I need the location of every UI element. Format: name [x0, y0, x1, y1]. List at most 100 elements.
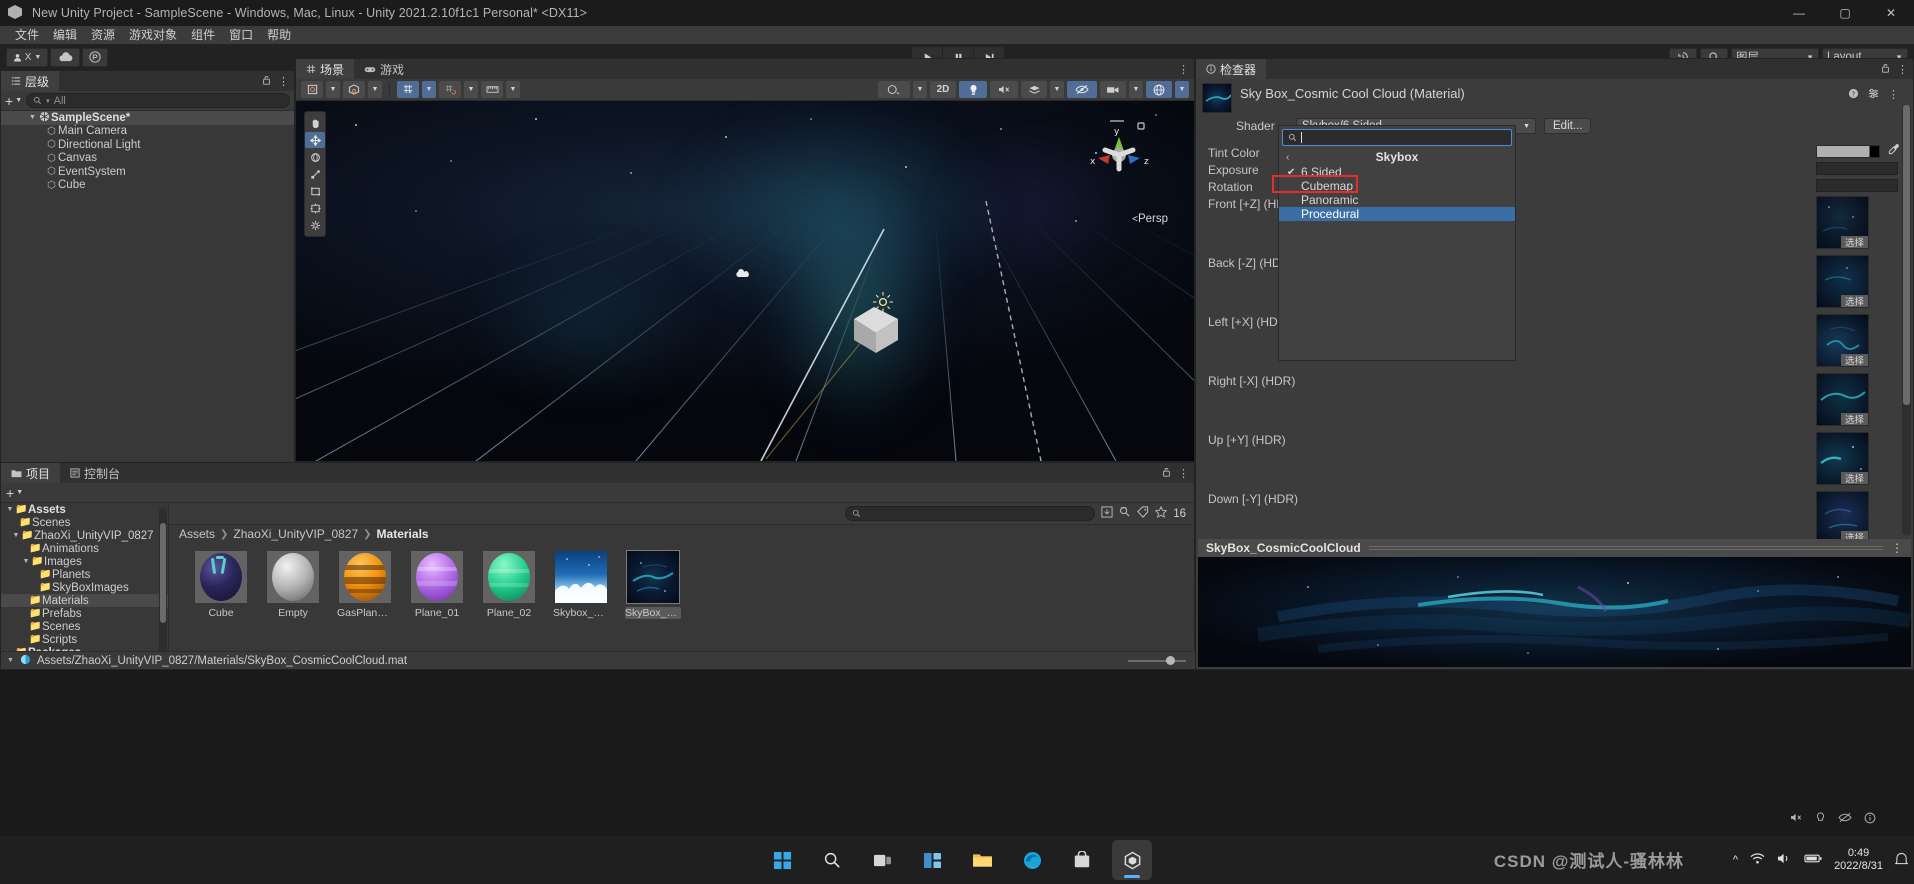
scene-grid-dropdown[interactable]: ▼: [422, 81, 436, 98]
window-close-button[interactable]: ✕: [1868, 0, 1914, 26]
scene-orientation-gizmo[interactable]: y x z: [1084, 111, 1154, 181]
project-search-input[interactable]: [845, 506, 1096, 521]
project-tree-item-scenes[interactable]: 📁 Scenes: [1, 620, 168, 633]
texture-select-button[interactable]: 选择: [1840, 295, 1868, 308]
menu-item-assets[interactable]: 资源: [84, 26, 122, 44]
preset-icon[interactable]: [1868, 88, 1879, 102]
menu-item-file[interactable]: 文件: [8, 26, 46, 44]
breadcrumb-item-zhaoxi[interactable]: ZhaoXi_UnityVIP_0827: [233, 527, 358, 541]
tint-color-swatch[interactable]: [1816, 145, 1880, 158]
custom-tool[interactable]: [305, 217, 325, 233]
move-tool[interactable]: [305, 132, 325, 148]
scene-ruler-button[interactable]: [481, 81, 503, 98]
widgets-button[interactable]: [912, 840, 952, 880]
project-tree-item-planets[interactable]: 📁 Planets: [1, 568, 168, 581]
inspector-scrollbar[interactable]: [1902, 105, 1911, 535]
shader-edit-button[interactable]: Edit...: [1544, 118, 1592, 134]
breadcrumb-item-assets[interactable]: Assets: [179, 527, 215, 541]
expand-triangle-icon[interactable]: ▼: [11, 532, 21, 539]
volume-icon[interactable]: [1777, 852, 1792, 868]
tag-icon[interactable]: [1137, 506, 1149, 521]
project-tree-item-assets[interactable]: ▼ 📁 Assets: [1, 503, 168, 516]
rect-tool[interactable]: [305, 183, 325, 199]
eyedropper-icon[interactable]: [1888, 143, 1900, 158]
texture-slot-back[interactable]: 选择: [1816, 255, 1869, 308]
asset-size-slider[interactable]: [1128, 655, 1196, 665]
hierarchy-add-button[interactable]: + ▼: [5, 94, 22, 108]
hierarchy-item-canvas[interactable]: ⬡ Canvas: [1, 152, 294, 166]
tab-game[interactable]: 游戏: [354, 59, 414, 79]
expand-triangle-icon[interactable]: ▼: [5, 506, 15, 513]
kebab-icon[interactable]: ⋮: [1178, 63, 1189, 76]
kebab-icon[interactable]: ⋮: [1891, 541, 1903, 555]
scene-hidden-objects-toggle[interactable]: [1067, 81, 1097, 98]
project-tree-item-animations[interactable]: 📁 Animations: [1, 542, 168, 555]
hierarchy-search-input[interactable]: ▾ All: [26, 93, 290, 108]
scene-draw-mode-dropdown[interactable]: ▼: [368, 81, 382, 98]
menu-item-window[interactable]: 窗口: [222, 26, 260, 44]
project-tree-item-images[interactable]: ▼ 📁 Images: [1, 555, 168, 568]
network-icon[interactable]: [1750, 852, 1765, 868]
project-tree-item-skyboximages[interactable]: 📁 SkyBoxImages: [1, 581, 168, 594]
asset-item-skybox-cosmic[interactable]: SkyBox_Co...: [625, 550, 681, 619]
project-tree-scrollbar[interactable]: [159, 507, 167, 665]
store-button[interactable]: [1062, 840, 1102, 880]
cloud-icon[interactable]: [50, 47, 80, 67]
rotation-field[interactable]: [1816, 179, 1898, 192]
filter-icon[interactable]: [1119, 506, 1131, 521]
texture-slot-down[interactable]: 选择: [1816, 491, 1869, 544]
scene-gizmos-toggle[interactable]: [1146, 81, 1172, 98]
expand-triangle-icon[interactable]: ▼: [21, 558, 31, 565]
status-triangle-icon[interactable]: ▼: [7, 657, 14, 664]
rotate-tool[interactable]: [305, 149, 325, 165]
scene-shaded-mode-button[interactable]: [878, 81, 910, 98]
menu-item-edit[interactable]: 编辑: [46, 26, 84, 44]
expand-triangle-icon[interactable]: ▼: [27, 114, 38, 121]
asset-item-cube[interactable]: Cube: [193, 551, 249, 619]
scene-shading-dropdown[interactable]: ▼: [326, 81, 340, 98]
scene-camera-button[interactable]: [1100, 81, 1126, 98]
scene-audio-toggle[interactable]: [990, 81, 1018, 98]
hierarchy-item-samplescene[interactable]: ▼ SampleScene*: [1, 111, 294, 125]
shader-option-panoramic[interactable]: Panoramic: [1279, 193, 1515, 207]
scene-2d-toggle[interactable]: 2D: [930, 81, 956, 98]
scene-viewport[interactable]: y x z <Persp: [296, 101, 1194, 461]
lighting-icon[interactable]: [1815, 812, 1826, 827]
project-tree-item-zhaoxi[interactable]: ▼ 📁 ZhaoXi_UnityVIP_0827: [1, 529, 168, 542]
texture-select-button[interactable]: 选择: [1840, 413, 1868, 426]
hierarchy-item-main-camera[interactable]: ⬡ Main Camera: [1, 125, 294, 139]
account-button[interactable]: X ▼: [6, 47, 48, 67]
project-tree-item-scenes-root[interactable]: 📁 Scenes: [1, 516, 168, 529]
texture-slot-front[interactable]: 选择: [1816, 196, 1869, 249]
hierarchy-item-directional-light[interactable]: ⬡ Directional Light: [1, 138, 294, 152]
scene-light-gizmo[interactable]: [872, 291, 894, 313]
help-icon[interactable]: ?: [1848, 88, 1859, 102]
star-icon[interactable]: [1154, 505, 1168, 521]
shader-option-procedural[interactable]: Procedural: [1279, 207, 1515, 221]
menu-item-component[interactable]: 组件: [184, 26, 222, 44]
lock-icon[interactable]: [262, 75, 271, 88]
texture-select-button[interactable]: 选择: [1840, 236, 1868, 249]
scene-camera-gizmo[interactable]: [736, 267, 752, 281]
tab-console[interactable]: 控制台: [60, 463, 130, 483]
taskbar-clock[interactable]: 0:49 2022/8/31: [1834, 847, 1883, 873]
eye-off-icon[interactable]: [1838, 812, 1852, 827]
kebab-icon[interactable]: ⋮: [1897, 63, 1908, 76]
collab-icon[interactable]: [82, 47, 108, 67]
scene-fx-dropdown[interactable]: ▼: [1050, 81, 1064, 98]
file-explorer-button[interactable]: [962, 840, 1002, 880]
tab-scene[interactable]: 场景: [296, 59, 355, 79]
scale-tool[interactable]: [305, 166, 325, 182]
texture-select-button[interactable]: 选择: [1840, 472, 1868, 485]
lock-icon[interactable]: [1162, 467, 1171, 480]
chevron-up-icon[interactable]: ^: [1733, 854, 1738, 866]
breadcrumb-item-materials[interactable]: Materials: [377, 527, 429, 541]
lock-icon[interactable]: [1881, 63, 1890, 76]
scene-snap-dropdown[interactable]: ▼: [464, 81, 478, 98]
tab-hierarchy[interactable]: 层级: [1, 71, 60, 91]
scene-snap-increment-button[interactable]: [439, 81, 461, 98]
mute-icon[interactable]: [1790, 812, 1803, 827]
window-minimize-button[interactable]: —: [1776, 0, 1822, 26]
menu-item-gameobject[interactable]: 游戏对象: [122, 26, 184, 44]
scene-shaded-dropdown[interactable]: ▼: [913, 81, 927, 98]
